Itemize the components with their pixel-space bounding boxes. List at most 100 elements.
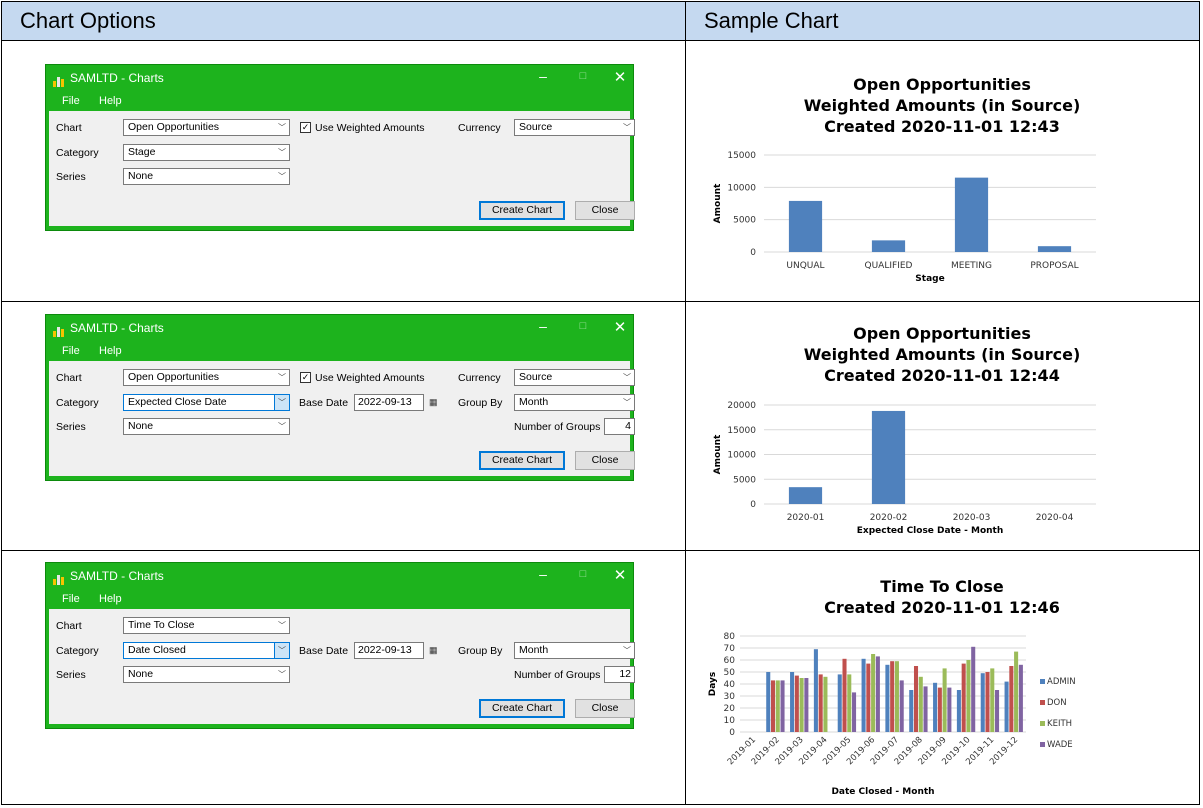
y-tick-label: 0 <box>750 248 756 258</box>
header-sample-chart: Sample Chart <box>686 2 1199 40</box>
bar <box>909 690 914 732</box>
num-groups-input[interactable]: 12 <box>604 666 635 683</box>
close-icon[interactable]: ✕ <box>610 68 630 86</box>
bar <box>933 682 938 732</box>
series-select[interactable]: None ﹀ <box>123 168 290 185</box>
maximize-icon[interactable]: □ <box>573 70 593 82</box>
series-label: Series <box>56 421 86 433</box>
close-button[interactable]: Close <box>575 699 635 718</box>
close-icon[interactable]: ✕ <box>610 566 630 584</box>
chart-title-line: Created 2020-11-01 12:43 <box>824 117 1060 136</box>
menu-help[interactable]: Help <box>99 593 122 605</box>
category-label: Category <box>56 645 99 657</box>
weighted-checkbox[interactable]: ✓ <box>300 372 311 383</box>
num-groups-input[interactable]: 4 <box>604 418 635 435</box>
x-tick-label: 2020-03 <box>953 513 991 523</box>
y-axis-label: Days <box>708 672 718 697</box>
minimize-icon[interactable]: – <box>533 566 553 582</box>
legend-swatch <box>1040 700 1045 705</box>
menu-file[interactable]: File <box>62 95 80 107</box>
category-select[interactable]: Stage ﹀ <box>123 144 290 161</box>
menu-help[interactable]: Help <box>99 95 122 107</box>
chart-title-line: Weighted Amounts (in Source) <box>803 345 1081 364</box>
x-tick-label: MEETING <box>951 261 992 271</box>
menu-help[interactable]: Help <box>99 345 122 357</box>
group-by-select[interactable]: Month ﹀ <box>514 394 635 411</box>
currency-select-value: Source <box>519 121 553 133</box>
menu-file[interactable]: File <box>62 345 80 357</box>
title-bar: SAMLTD - Charts – □ ✕ <box>46 65 633 93</box>
bar <box>923 686 928 732</box>
y-tick-label: 80 <box>724 632 736 642</box>
bar-chart: 0 5000 10000 15000 20000 2020-01 2020-02 2020-0… <box>713 401 1096 536</box>
series-label: Series <box>56 171 86 183</box>
maximize-icon[interactable]: □ <box>573 320 593 332</box>
y-axis-label: Amount <box>713 434 723 474</box>
legend-label: KEITH <box>1047 719 1072 729</box>
bar <box>775 680 780 732</box>
chart-select[interactable]: Open Opportunities ﹀ <box>123 369 290 386</box>
series-select[interactable]: None ﹀ <box>123 418 290 435</box>
weighted-checkbox[interactable]: ✓ <box>300 122 311 133</box>
chart-label: Chart <box>56 620 82 632</box>
bar <box>942 668 947 732</box>
currency-select[interactable]: Source ﹀ <box>514 369 635 386</box>
menu-bar: File Help <box>46 343 633 361</box>
bar <box>861 658 866 732</box>
chart-app-icon <box>53 327 64 337</box>
create-chart-button[interactable]: Create Chart <box>479 451 565 470</box>
charts-window: SAMLTD - Charts – □ ✕ File Help Chart Op… <box>45 64 635 231</box>
y-tick-label: 40 <box>724 680 736 690</box>
create-chart-button[interactable]: Create Chart <box>479 699 565 718</box>
close-button[interactable]: Close <box>575 201 635 220</box>
x-tick-label: PROPOSAL <box>1030 261 1078 271</box>
group-by-select-value: Month <box>519 396 549 408</box>
bar <box>842 658 847 732</box>
maximize-icon[interactable]: □ <box>573 568 593 580</box>
y-tick-label: 5000 <box>733 475 756 485</box>
calendar-icon[interactable]: ▦ <box>429 645 441 656</box>
calendar-icon[interactable]: ▦ <box>429 397 441 408</box>
chart-select[interactable]: Time To Close ﹀ <box>123 617 290 634</box>
category-select[interactable]: Expected Close Date ﹀ <box>123 394 290 411</box>
x-tick-label: 2020-02 <box>870 513 908 523</box>
currency-select[interactable]: Source ﹀ <box>514 119 635 136</box>
create-chart-button[interactable]: Create Chart <box>479 201 565 220</box>
bar <box>788 487 823 504</box>
legend-swatch <box>1040 721 1045 726</box>
y-tick-label: 0 <box>750 500 756 510</box>
menu-file[interactable]: File <box>62 593 80 605</box>
minimize-icon[interactable]: – <box>533 318 553 334</box>
x-tick-label: 2020-04 <box>1036 513 1074 523</box>
options-panel: Chart Open Opportunities ﹀ ✓ Use Weighted… <box>49 111 635 226</box>
series-select[interactable]: None ﹀ <box>123 666 290 683</box>
y-tick-label: 10000 <box>727 451 756 461</box>
chart-select[interactable]: Open Opportunities ﹀ <box>123 119 290 136</box>
group-by-select[interactable]: Month ﹀ <box>514 642 635 659</box>
bar <box>961 663 966 732</box>
bar <box>875 656 880 732</box>
charts-window: SAMLTD - Charts – □ ✕ File Help Chart Op… <box>45 314 635 481</box>
category-select[interactable]: Date Closed ﹀ <box>123 642 290 659</box>
chart-title: Open Opportunities Weighted Amounts (in … <box>686 323 1198 386</box>
close-icon[interactable]: ✕ <box>610 318 630 336</box>
category-select-value: Expected Close Date <box>128 396 227 408</box>
base-date-input[interactable]: 2022-09-13 <box>354 394 424 411</box>
series-select-value: None <box>128 170 154 182</box>
header-chart-options: Chart Options <box>2 2 685 40</box>
y-tick-label: 50 <box>724 668 736 678</box>
title-bar: SAMLTD - Charts – □ ✕ <box>46 315 633 343</box>
legend-label: DON <box>1047 698 1067 708</box>
bar <box>766 672 771 732</box>
bar <box>823 676 828 732</box>
bar <box>995 690 1000 732</box>
minimize-icon[interactable]: – <box>533 68 553 84</box>
bar <box>947 687 952 732</box>
base-date-input[interactable]: 2022-09-13 <box>354 642 424 659</box>
bar <box>913 666 919 732</box>
bar <box>813 649 818 732</box>
y-tick-label: 20 <box>724 704 736 714</box>
bar <box>971 646 976 732</box>
close-button[interactable]: Close <box>575 451 635 470</box>
grouped-bar-chart: 010203040506070802019-012019-022019-0320… <box>708 632 1076 797</box>
